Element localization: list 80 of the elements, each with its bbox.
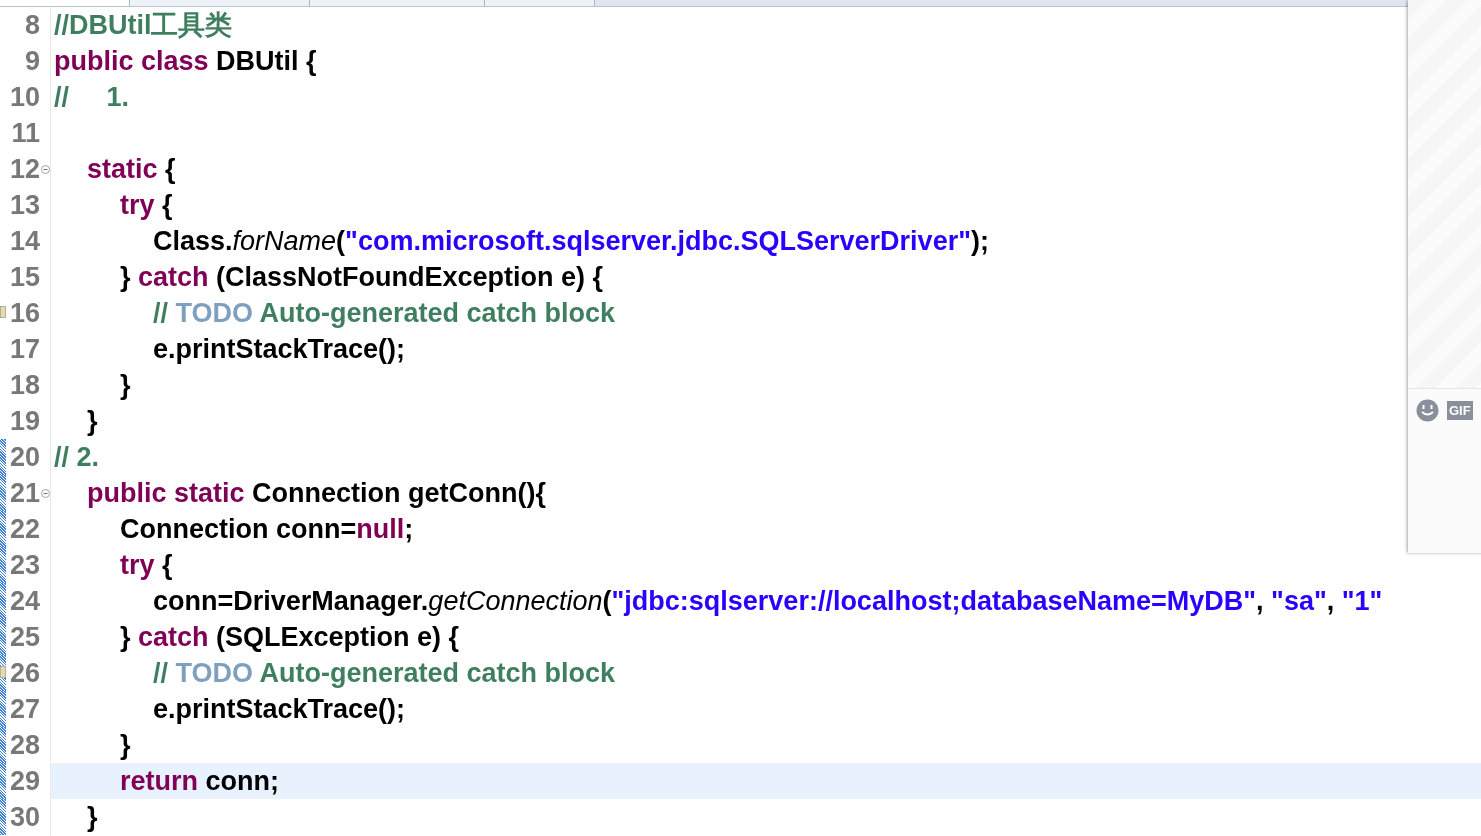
line-number: 29 xyxy=(8,765,40,798)
editor-tab[interactable] xyxy=(485,0,595,6)
code-token: DBUtil { xyxy=(215,45,317,77)
line-number: 13 xyxy=(8,189,40,222)
code-token: try xyxy=(120,189,155,221)
code-token: return xyxy=(120,765,198,797)
code-token: } xyxy=(120,621,132,653)
fold-icon[interactable] xyxy=(40,164,50,174)
editor-tab[interactable] xyxy=(0,0,130,6)
code-token: TODO xyxy=(175,657,254,689)
code-token: (SQLException e) { xyxy=(215,621,460,653)
code-token: e.printStackTrace(); xyxy=(153,693,406,725)
code-token: "com.microsoft.sqlserver.jdbc.SQLServerDriver" xyxy=(345,225,971,257)
code-token: static xyxy=(87,153,158,185)
editor-tab[interactable] xyxy=(310,0,485,6)
line-number: 27 xyxy=(8,693,40,726)
line-number: 11 xyxy=(10,117,40,150)
line-number: 10 xyxy=(8,81,40,114)
line-number: 20 xyxy=(8,441,40,474)
code-token: , xyxy=(1256,585,1265,617)
code-token: } xyxy=(87,405,98,437)
code-token: { xyxy=(161,189,173,221)
code-token: "1" xyxy=(1341,585,1383,617)
code-token: getConnection xyxy=(428,585,603,617)
code-token: public class xyxy=(54,45,209,77)
code-token: Connection getConn(){ xyxy=(251,477,546,509)
code-token: conn; xyxy=(204,765,279,797)
code-token: ); xyxy=(970,225,989,257)
line-number: 19 xyxy=(8,405,40,438)
code-token: conn=DriverManager. xyxy=(153,585,429,617)
code-token: try xyxy=(120,549,155,581)
line-number: 25 xyxy=(8,621,40,654)
line-number: 30 xyxy=(8,801,40,834)
code-token: null xyxy=(356,513,405,545)
line-number: 24 xyxy=(8,585,40,618)
code-token: TODO xyxy=(175,297,254,329)
code-token: forName xyxy=(232,225,337,257)
code-token: // 2. xyxy=(54,441,100,473)
code-token: ; xyxy=(404,513,414,545)
code-token: // 1. xyxy=(54,81,130,113)
line-number: 21 xyxy=(8,477,40,510)
code-token: } xyxy=(120,369,131,401)
line-number: 16 xyxy=(8,297,40,330)
code-token: (ClassNotFoundException e) { xyxy=(215,261,604,293)
smiley-icon[interactable] xyxy=(1416,399,1439,422)
code-token: "jdbc:sqlserver://localhost;databaseName=MyDB" xyxy=(611,585,1257,617)
code-token: Auto-generated catch block xyxy=(258,297,616,329)
code-token: { xyxy=(161,549,173,581)
code-token: public static xyxy=(87,477,245,509)
line-number: 28 xyxy=(8,729,40,762)
code-token: catch xyxy=(138,621,209,653)
code-token: "sa" xyxy=(1271,585,1327,617)
code-token: } xyxy=(120,729,131,761)
code-token: } xyxy=(87,801,98,833)
code-token: // xyxy=(153,297,169,329)
code-token: //DBUtil工具类 xyxy=(54,9,233,42)
gif-button[interactable]: GIF xyxy=(1447,401,1473,420)
code-token: Connection conn= xyxy=(120,513,357,545)
line-number: 8 xyxy=(23,9,40,42)
line-number: 23 xyxy=(8,549,40,582)
line-number: 22 xyxy=(8,513,40,546)
line-number: 17 xyxy=(8,333,40,366)
code-token: Class. xyxy=(153,225,233,257)
code-token: ( xyxy=(602,585,612,617)
editor-tab[interactable] xyxy=(130,0,310,6)
line-number: 9 xyxy=(23,45,40,78)
line-number: 15 xyxy=(8,261,40,294)
code-token: catch xyxy=(138,261,209,293)
line-number: 18 xyxy=(8,369,40,402)
fold-icon[interactable] xyxy=(40,488,50,498)
code-token: Auto-generated catch block xyxy=(258,657,616,689)
line-number: 12 xyxy=(8,153,40,186)
code-token: } xyxy=(120,261,132,293)
line-number: 14 xyxy=(8,225,40,258)
code-token: { xyxy=(164,153,176,185)
code-token: e.printStackTrace(); xyxy=(153,333,406,365)
line-number: 26 xyxy=(8,657,40,690)
code-token: , xyxy=(1326,585,1336,617)
code-token: // xyxy=(153,657,169,689)
code-token: ( xyxy=(336,225,346,257)
